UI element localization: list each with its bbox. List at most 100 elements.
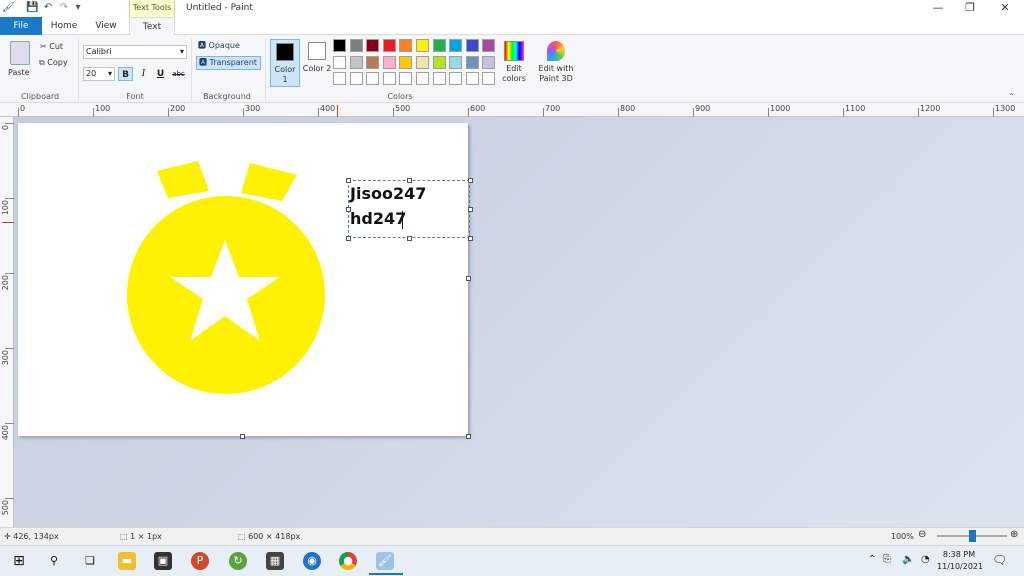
cut-label: Cut — [49, 42, 64, 51]
font-family-select[interactable]: Calibri ▾ — [83, 45, 187, 59]
canvas-resize-handle[interactable] — [466, 276, 471, 281]
edit-colors-button[interactable]: Edit colors — [499, 39, 529, 87]
cut-button[interactable]: ✂ Cut — [40, 41, 63, 52]
paint-app-icon[interactable]: 🖌 — [2, 2, 15, 14]
paint-taskbar-icon[interactable]: 🖌 — [376, 552, 394, 570]
palette-swatch[interactable] — [399, 72, 413, 85]
palette-swatch[interactable] — [382, 55, 396, 69]
palette-swatch[interactable] — [333, 72, 346, 85]
windows-start-icon[interactable]: ⊞ — [10, 552, 28, 570]
textbox-handle[interactable] — [407, 178, 412, 183]
palette-swatch[interactable] — [349, 72, 363, 85]
opaque-button[interactable]: 🅰 Opaque — [196, 40, 261, 54]
palette-swatch[interactable] — [333, 55, 346, 69]
blue-app-icon[interactable]: ◉ — [303, 552, 321, 570]
undo-icon[interactable]: ↶ — [42, 2, 54, 14]
palette-swatch[interactable] — [465, 39, 479, 52]
tab-home[interactable]: Home — [43, 17, 85, 35]
redo-icon[interactable]: ↷ — [58, 2, 70, 14]
bold-button[interactable]: B — [118, 67, 133, 81]
save-icon[interactable]: 💾 — [26, 2, 38, 14]
palette-swatch[interactable] — [432, 72, 446, 85]
color2-button[interactable]: Color 2 — [302, 39, 332, 87]
customize-quick-access-icon[interactable]: ▾ — [72, 2, 84, 14]
textbox-handle[interactable] — [468, 178, 473, 183]
ruler-tick — [843, 108, 844, 117]
textbox-handle[interactable] — [346, 178, 351, 183]
task-view-icon[interactable]: ❏ — [81, 552, 99, 570]
network-plug-icon[interactable]: ⎘ — [883, 552, 891, 568]
close-button[interactable]: ✕ — [988, 0, 1022, 17]
palette-swatch[interactable] — [482, 72, 496, 85]
file-explorer-icon[interactable]: ▬ — [118, 552, 136, 570]
italic-button[interactable]: I — [136, 67, 151, 81]
palette-swatch[interactable] — [382, 72, 396, 85]
wifi-icon[interactable]: ◔ — [921, 552, 930, 568]
minimize-button[interactable]: — — [921, 0, 955, 17]
restore-button[interactable]: ❐ — [953, 0, 987, 17]
ruler-label: 200 — [170, 104, 186, 113]
palette-swatch[interactable] — [465, 72, 479, 85]
search-icon[interactable]: ⚲ — [45, 552, 63, 570]
text-content-line-2[interactable]: hd247 — [350, 209, 406, 228]
palette-swatch[interactable] — [333, 39, 346, 52]
zoom-out-icon[interactable]: ⊖ — [918, 529, 926, 541]
palette-swatch[interactable] — [482, 39, 496, 52]
zoom-in-icon[interactable]: ⊕ — [1010, 529, 1018, 541]
textbox-handle[interactable] — [407, 236, 412, 241]
text-content-line-1[interactable]: Jisoo247 — [350, 184, 426, 203]
palette-swatch[interactable] — [416, 55, 429, 69]
tab-file[interactable]: File — [0, 17, 42, 35]
palette-swatch[interactable] — [366, 72, 380, 85]
ruler-tick — [5, 348, 14, 349]
powerpoint-icon[interactable]: P — [191, 552, 209, 570]
text-caret — [402, 211, 403, 229]
font-size-select[interactable]: 20 ▾ — [83, 67, 115, 81]
notifications-icon[interactable]: 🗨 — [992, 552, 1007, 568]
copy-button[interactable]: ⧉ Copy — [39, 57, 68, 68]
tab-view[interactable]: View — [86, 17, 126, 35]
color1-button[interactable]: Color 1 — [270, 39, 300, 87]
zoom-slider-thumb[interactable] — [969, 530, 976, 542]
palette-swatch[interactable] — [349, 39, 363, 52]
palette-swatch[interactable] — [465, 55, 479, 69]
tab-text[interactable]: Text — [129, 17, 175, 36]
palette-swatch[interactable] — [416, 39, 429, 52]
palette-swatch[interactable] — [432, 39, 446, 52]
palette-swatch[interactable] — [416, 72, 429, 85]
canvas-resize-handle[interactable] — [240, 434, 245, 439]
palette-swatch[interactable] — [349, 55, 363, 69]
palette-swatch[interactable] — [399, 39, 413, 52]
collapse-ribbon-icon[interactable]: ⌃ — [1008, 92, 1015, 101]
palette-swatch[interactable] — [449, 55, 463, 69]
paste-button[interactable]: Paste — [8, 67, 30, 78]
transparent-button[interactable]: 🅰 Transparent — [196, 56, 261, 70]
palette-swatch[interactable] — [432, 55, 446, 69]
palette-swatch[interactable] — [366, 39, 380, 52]
textbox-handle[interactable] — [468, 207, 473, 212]
textbox-handle[interactable] — [346, 236, 351, 241]
palette-swatch[interactable] — [382, 39, 396, 52]
calculator-icon[interactable]: ▦ — [266, 552, 284, 570]
paste-icon[interactable] — [10, 41, 30, 65]
palette-swatch[interactable] — [449, 72, 463, 85]
colors-group-label: Colors — [387, 92, 413, 101]
green-app-icon[interactable]: ↻ — [229, 552, 247, 570]
textbox-handle[interactable] — [468, 236, 473, 241]
color2-label: Color 2 — [302, 64, 332, 73]
palette-swatch[interactable] — [366, 55, 380, 69]
chrome-icon[interactable]: ● — [339, 552, 357, 570]
palette-swatch[interactable] — [482, 55, 496, 69]
palette-swatch[interactable] — [399, 55, 413, 69]
palette-swatch[interactable] — [449, 39, 463, 52]
underline-button[interactable]: U — [153, 67, 168, 81]
canvas-resize-handle[interactable] — [466, 434, 471, 439]
edit-with-paint3d-button[interactable]: Edit with Paint 3D — [536, 39, 576, 87]
drawing-canvas[interactable] — [18, 123, 468, 436]
volume-icon[interactable]: 🔈 — [902, 552, 914, 568]
taskbar-clock[interactable]: 8:38 PM 11/10/2021 — [937, 549, 983, 573]
transparent-icon: 🅰 — [199, 58, 207, 67]
show-hidden-icons-icon[interactable]: ⌃ — [868, 552, 876, 568]
strikethrough-button[interactable]: abc — [171, 67, 186, 81]
store-icon[interactable]: ▣ — [154, 552, 172, 570]
